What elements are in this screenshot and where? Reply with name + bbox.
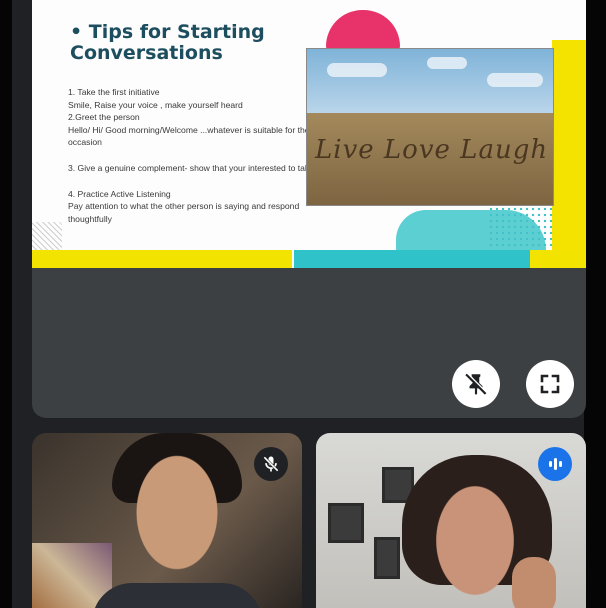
- slide-line: Pay attention to what the other person i…: [68, 201, 300, 224]
- slide-line: Hello/ Hi/ Good morning/Welcome ...whate…: [68, 124, 310, 148]
- mic-off-icon: [263, 456, 279, 472]
- slide-body: 1. Take the first initiative Smile, Rais…: [68, 86, 343, 225]
- slide-strip-yellow: [32, 250, 292, 268]
- slide-line: 3. Give a genuine complement- show that …: [68, 162, 312, 173]
- slide-strip-teal: [294, 250, 530, 268]
- participant-tile[interactable]: [316, 433, 586, 608]
- presentation-tile[interactable]: • Tips for Starting Conversations 1. Tak…: [32, 0, 586, 418]
- slide-photo: Live Love Laugh ♥: [306, 48, 554, 206]
- participant-video-hand: [512, 557, 556, 608]
- fullscreen-button[interactable]: [526, 360, 574, 408]
- wall-frame: [328, 503, 364, 543]
- screen-bezel-left: [0, 0, 12, 608]
- mic-off-badge: [254, 447, 288, 481]
- fullscreen-icon: [540, 374, 560, 394]
- participant-tile[interactable]: [32, 433, 302, 608]
- speaking-badge: [538, 447, 572, 481]
- slide-line: 4. Practice Active Listening: [68, 188, 171, 199]
- unpin-icon: [465, 372, 488, 395]
- wall-frame: [374, 537, 400, 579]
- slide-line: 1. Take the first initiative: [68, 87, 160, 97]
- participant-video-face: [118, 445, 236, 595]
- slide-decoration-dots: [488, 206, 554, 246]
- slide-decoration-pink: [326, 10, 400, 50]
- slide-line: 2.Greet the person: [68, 112, 140, 123]
- slide-strip-yellow-right: [530, 250, 586, 268]
- shared-slide: • Tips for Starting Conversations 1. Tak…: [32, 0, 586, 268]
- photo-sand-writing: Live Love Laugh ♥: [315, 135, 553, 165]
- slide-title: • Tips for Starting Conversations: [70, 21, 265, 64]
- slide-line: Smile, Raise your voice , make yourself …: [68, 99, 243, 110]
- slide-decoration-yellow: [552, 40, 586, 268]
- screen-bezel-right: [584, 0, 606, 608]
- slide-decoration-hatch: [32, 222, 62, 252]
- meeting-screen: • Tips for Starting Conversations 1. Tak…: [0, 0, 606, 608]
- unpin-button[interactable]: [452, 360, 500, 408]
- participant-video-body: [92, 583, 262, 608]
- speaking-indicator-icon: [548, 455, 563, 473]
